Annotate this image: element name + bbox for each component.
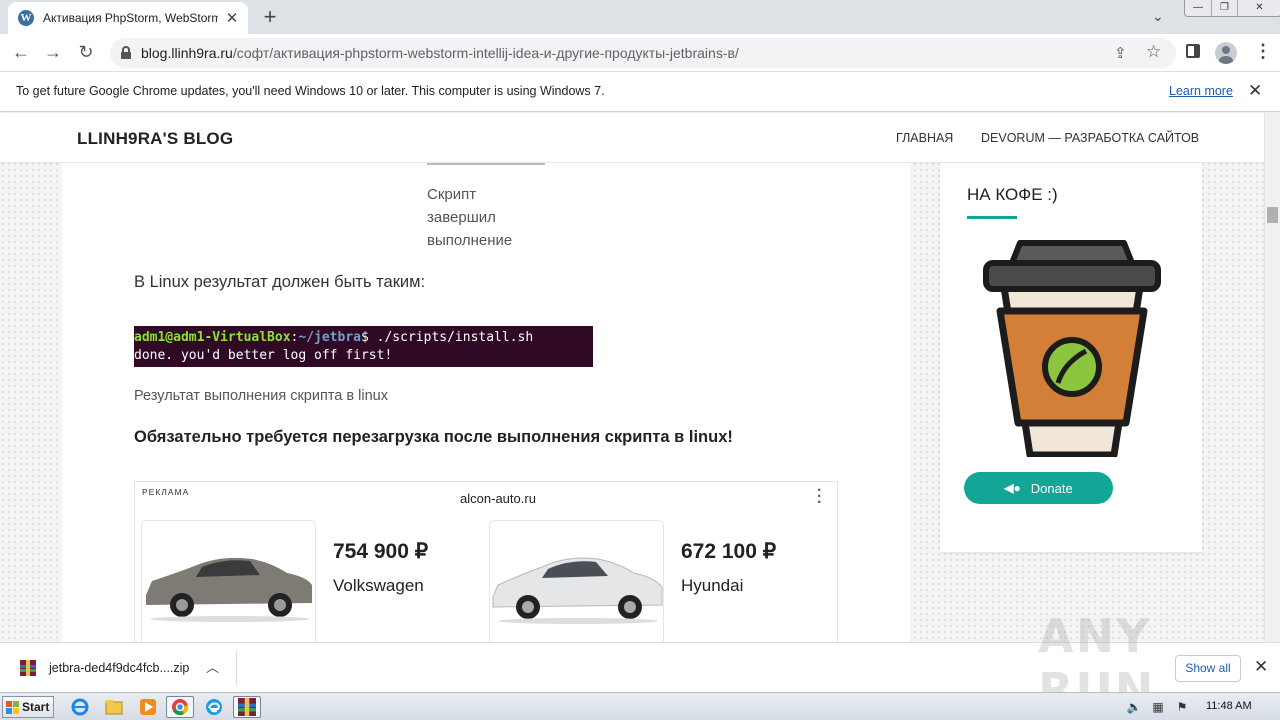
web-page: LLINH9RA'S BLOG ГЛАВНАЯ DEVORUM — РАЗРАБ… [0,113,1280,642]
terminal-user: adm1@adm1-VirtualBox [134,330,291,345]
tab-search-chevron-icon[interactable]: ⌄ [1152,8,1164,25]
tab-close-icon[interactable]: ✕ [224,9,240,27]
ad-model-2[interactable]: Hyundai [681,576,743,596]
sidebar-widget: НА КОФЕ :) ◀● Donate [940,163,1202,552]
coffee-cup-icon [983,240,1161,457]
scroll-thumb[interactable] [1267,207,1278,223]
ad-price-2[interactable]: 672 100 ₽ [681,539,776,564]
site-title[interactable]: LLINH9RA'S BLOG [77,129,233,149]
winrar-icon[interactable] [233,696,261,718]
system-tray: 🔈 ▦ ⚑ [1118,693,1280,720]
terminal-caption: Результат выполнения скрипта в linux [134,388,388,404]
infobar-message: To get future Google Chrome updates, you… [16,84,605,98]
ad-car-image-volkswagen[interactable] [141,520,316,642]
linux-paragraph: В Linux результат должен быть таким: [134,273,426,291]
wordpress-icon: W [18,10,34,26]
chevron-up-icon[interactable]: ︿ [206,657,219,676]
new-tab-icon[interactable]: + [258,4,282,30]
windows-taskbar: Start 🔈 ▦ ⚑ 11:48 AM [0,692,1280,720]
reboot-notice: Обязательно требуется перезагрузка после… [134,428,733,446]
url-path: /софт/активация-phpstorm-webstorm-intell… [232,45,739,61]
address-bar[interactable]: blog.llinh9ra.ru/софт/активация-phpstorm… [110,38,1176,68]
caption-line: выполнение [427,232,513,249]
explorer-icon[interactable] [100,696,128,718]
menu-icon[interactable]: ⋮ [1254,41,1272,62]
terminal-output: done. you'd better log off first! [134,348,393,363]
tab-title: Активация PhpStorm, WebStorm, IntelliJ I… [43,11,218,25]
tab-strip: W Активация PhpStorm, WebStorm, IntelliJ… [0,0,1280,34]
media-player-icon[interactable] [134,696,162,718]
browser-tab[interactable]: W Активация PhpStorm, WebStorm, IntelliJ… [8,2,248,34]
network-icon[interactable]: ▦ [1150,700,1166,714]
nav-home[interactable]: ГЛАВНАЯ [896,131,953,145]
profile-icon[interactable] [1215,42,1237,64]
terminal-command-line: adm1@adm1-VirtualBox:~/jetbra$ ./scripts… [134,330,533,345]
start-button[interactable]: Start [2,696,54,718]
window-close-icon[interactable]: ✕ [1237,0,1280,16]
terminal-screenshot: adm1@adm1-VirtualBox:~/jetbra$ ./scripts… [134,326,593,367]
back-icon[interactable]: ← [10,42,32,63]
chrome-icon[interactable] [166,696,194,718]
donate-label: Donate [1030,480,1073,496]
caption-line: Скрипт [427,186,477,203]
restore-icon[interactable]: ❐ [1211,0,1237,16]
terminal-cut-line [134,326,593,329]
site-header: LLINH9RA'S BLOG ГЛАВНАЯ DEVORUM — РАЗРАБ… [0,113,1264,163]
update-infobar: To get future Google Chrome updates, you… [0,72,1280,112]
donate-button[interactable]: ◀● Donate [964,472,1113,504]
nav-devorum[interactable]: DEVORUM — РАЗРАБОТКА САЙТОВ [981,131,1199,145]
ad-domain[interactable]: alcon-auto.ru [135,491,861,506]
star-icon[interactable]: ☆ [1146,42,1161,62]
caption-line: завершил [427,209,496,226]
lock-icon[interactable] [121,46,131,59]
url-text: blog.llinh9ra.ru/софт/активация-phpstorm… [141,45,739,61]
edge-icon[interactable] [200,696,228,718]
clock[interactable]: 11:48 AM [1206,700,1252,712]
page-scrollbar[interactable] [1264,113,1280,642]
terminal-path: ~/jetbra [298,330,361,345]
action-center-icon[interactable]: ⚑ [1174,700,1190,714]
download-bar-close-icon[interactable]: ✕ [1254,657,1268,677]
minimize-icon[interactable]: — [1185,0,1211,16]
title-underline [967,216,1017,219]
learn-more-link[interactable]: Learn more [1169,84,1233,98]
sidebar-title: НА КОФЕ :) [967,185,1058,204]
windows-logo-icon [6,700,19,714]
ad-model-1[interactable]: Volkswagen [333,576,424,596]
yoomoney-icon: ◀● [1004,481,1021,495]
infobar-close-icon[interactable]: ✕ [1248,81,1262,101]
url-host: blog.llinh9ra.ru [141,45,233,61]
ad-car-image-hyundai[interactable] [489,520,664,642]
sedan-icon [146,557,312,622]
volume-icon[interactable]: 🔈 [1126,700,1142,714]
ad-menu-icon[interactable]: · · · [817,483,822,511]
browser-toolbar: ← → ↻ blog.llinh9ra.ru/софт/активация-ph… [0,34,1280,72]
start-label: Start [22,700,50,714]
show-all-button[interactable]: Show all [1175,655,1241,682]
reload-icon[interactable]: ↻ [75,42,97,63]
article-content: Скрипт завершил выполнение В Linux резул… [62,163,910,642]
ad-price-1[interactable]: 754 900 ₽ [333,539,428,564]
image-bottom-edge [427,163,545,165]
download-bar: jetbra-ded4f9dc4fcb....zip ︿ ANY RUN Sho… [0,609,1280,717]
zip-archive-icon [20,660,36,676]
side-panel-icon[interactable] [1186,44,1200,58]
terminal-command: $ ./scripts/install.sh [361,330,534,345]
forward-icon[interactable]: → [42,42,64,63]
ie-icon[interactable] [66,696,94,718]
download-filename[interactable]: jetbra-ded4f9dc4fcb....zip [49,661,189,675]
share-icon[interactable]: ⇪ [1114,44,1127,62]
script-image-caption: Скрипт завершил выполнение [427,183,567,252]
ad-block[interactable]: РЕКЛАМА alcon-auto.ru · · · 754 900 ₽ Volk… [134,481,838,642]
sedan-icon [492,557,663,624]
window-controls: — ❐ ✕ [1184,0,1280,17]
divider [236,651,237,685]
